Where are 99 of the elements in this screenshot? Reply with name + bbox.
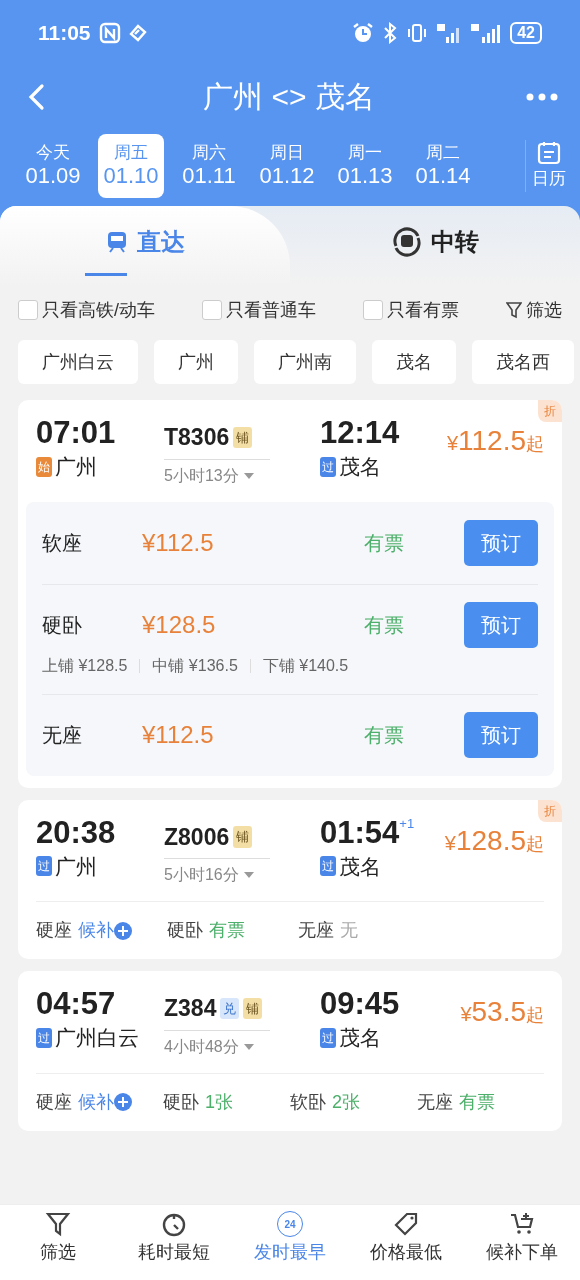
departure-time: 04:57 [36, 985, 117, 1023]
availability-text: 候补 [78, 1090, 114, 1114]
caret-icon[interactable] [242, 1042, 255, 1051]
day-offset: +1 [399, 814, 415, 833]
status-time: 11:05 [38, 20, 91, 47]
arrival-time: 09:45 [320, 985, 400, 1023]
seat-type: 无座 [417, 1090, 453, 1114]
station-tag: 过 [320, 456, 336, 477]
station-tag: 过 [320, 1027, 336, 1048]
seat-type: 硬卧 [42, 613, 82, 638]
station-tag: 始 [36, 456, 52, 477]
availability-text: 有票 [364, 613, 404, 638]
berth-price: 中铺 ¥136.5 [152, 655, 238, 676]
duration-text: 4小时48分 [164, 1036, 239, 1057]
seat-type: 软座 [42, 530, 82, 556]
station-tag: 过 [36, 856, 52, 877]
sort-tab[interactable]: 耗时最短 [116, 1205, 232, 1280]
filter-checkbox[interactable]: 只看普通车 [202, 296, 316, 324]
alarm-icon [352, 22, 375, 44]
train-number: T8306 [164, 423, 230, 452]
seat-type: 硬座 [36, 919, 72, 942]
battery-indicator: 42 [510, 22, 542, 44]
price-text: ¥128.5起 [444, 823, 544, 858]
arrival-time: 01:54 [320, 813, 400, 851]
discount-tag: 折 [538, 400, 562, 422]
filter-icon [505, 301, 522, 319]
seat-price: ¥128.5 [142, 610, 217, 640]
seat-type: 软卧 [290, 1090, 326, 1114]
train-badge: 铺 [233, 826, 253, 848]
train-badge: 兑 [220, 997, 240, 1019]
station-tag: 过 [36, 1027, 52, 1048]
sort-tab[interactable]: 24 发时最早 [232, 1205, 348, 1280]
availability-text: 有票 [364, 723, 404, 748]
train-badge: 铺 [243, 997, 263, 1019]
station-chip[interactable]: 广州 [154, 340, 238, 384]
station-chip[interactable]: 广州白云 [18, 340, 138, 384]
train-badge: 铺 [233, 426, 253, 448]
train-card[interactable]: 折 07:01 始 广州 T8306 铺 5小时13分 12:14 过 茂名 ¥112.5起 软座 ¥112.5 有票 预订 硬卧 ¥128.5 有票 预订 上铺 ¥128.5 中铺 ¥136.5 下铺 ¥140.5 无座 ¥112.5 有票 预订 [18, 400, 562, 788]
seat-type: 硬卧 [163, 1090, 199, 1114]
station-chip[interactable]: 茂名 [372, 340, 456, 384]
bluetooth-icon [382, 22, 399, 44]
station-chip[interactable]: 广州南 [254, 340, 356, 384]
transfer-icon [391, 225, 423, 258]
caret-icon[interactable] [242, 871, 255, 879]
availability-text: 有票 [459, 1090, 495, 1114]
train-number: Z8006 [164, 822, 230, 852]
seat-type: 硬卧 [167, 919, 203, 942]
station-chip[interactable]: 茂名西 [472, 340, 574, 384]
nfc-icon [98, 22, 121, 44]
add-icon[interactable] [114, 1093, 132, 1111]
cart-icon [509, 1211, 535, 1237]
price-text: ¥112.5起 [446, 424, 544, 458]
discount-tag: 折 [538, 799, 562, 822]
price-tag-icon [393, 1211, 419, 1237]
filter-icon [45, 1211, 71, 1237]
more-icon[interactable] [526, 92, 558, 102]
departure-time: 20:38 [36, 813, 117, 851]
filter-checkbox[interactable]: 只看高铁/动车 [18, 296, 155, 324]
seat-price: ¥112.5 [142, 527, 215, 558]
duration-text: 5小时16分 [164, 865, 239, 885]
price-text: ¥53.5起 [460, 995, 544, 1029]
train-number: Z384 [164, 994, 217, 1023]
station-tag: 过 [320, 856, 336, 877]
train-icon [105, 229, 129, 254]
signal-icon [470, 22, 503, 44]
vibrate-icon [406, 22, 429, 44]
arrival-time: 12:14 [320, 414, 400, 452]
availability-text: 1张 [205, 1090, 233, 1114]
availability-text: 候补 [78, 919, 114, 942]
seat-type: 硬座 [36, 1090, 72, 1114]
departure-station: 广州白云 [55, 1025, 139, 1052]
filter-checkbox[interactable]: 只看有票 [363, 296, 459, 324]
page-title: 广州 <> 茂名 [203, 79, 375, 115]
filter-button[interactable]: 筛选 [505, 296, 562, 324]
departure-station: 广州 [55, 454, 97, 481]
arrival-station: 茂名 [339, 454, 381, 481]
sort-tab[interactable]: 候补下单 [464, 1205, 580, 1280]
caret-icon[interactable] [242, 471, 255, 480]
sort-tab[interactable]: 价格最低 [348, 1205, 464, 1280]
seat-type: 无座 [298, 919, 334, 942]
route-tab[interactable]: 中转 [290, 206, 580, 286]
train-card[interactable]: 04:57 过 广州白云 Z384 兑 铺 4小时48分 09:45 过 茂名 ¥53.5起 硬座 候补 硬卧 1张 软卧 2张 无座 有票 [18, 971, 562, 1131]
duration-text: 5小时13分 [164, 465, 239, 486]
berth-price: 下铺 ¥140.5 [262, 655, 349, 676]
calendar-icon [536, 140, 562, 167]
timer-icon [161, 1211, 187, 1237]
add-icon[interactable] [114, 921, 132, 940]
berth-price: 上铺 ¥128.5 [42, 655, 128, 676]
sort-tab[interactable]: 筛选 [0, 1205, 116, 1280]
departure-time: 07:01 [36, 414, 117, 452]
departure-station: 广州 [55, 853, 97, 880]
seat-price: ¥112.5 [142, 720, 215, 750]
availability-text: 有票 [364, 530, 404, 556]
availability-text: 无 [340, 919, 358, 942]
arrival-station: 茂名 [339, 853, 381, 880]
availability-text: 有票 [209, 919, 245, 942]
seat-type: 无座 [42, 723, 82, 748]
availability-text: 2张 [332, 1090, 360, 1114]
arrival-station: 茂名 [339, 1025, 381, 1052]
